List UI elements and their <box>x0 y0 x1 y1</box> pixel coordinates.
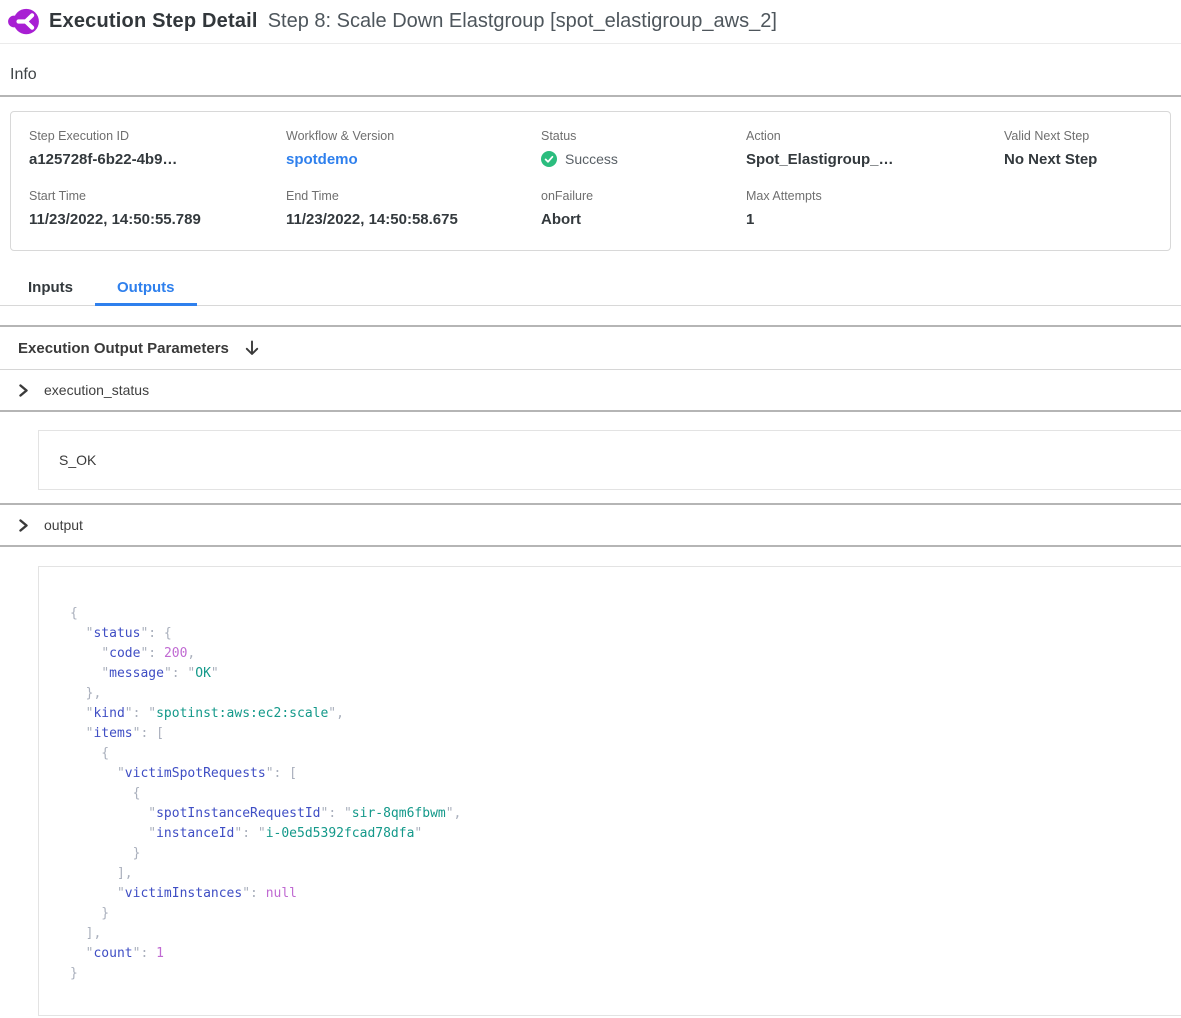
tab-inputs[interactable]: Inputs <box>28 273 95 305</box>
field-label: Step Execution ID <box>29 129 286 143</box>
field-value: 11/23/2022, 14:50:58.675 <box>286 211 541 228</box>
field-action: Action Spot_Elastigroup_… <box>746 129 1004 168</box>
field-value: Spot_Elastigroup_… <box>746 151 1004 168</box>
field-label: onFailure <box>541 189 746 203</box>
status-text: Success <box>565 151 618 167</box>
divider <box>0 545 1181 547</box>
section-name: output <box>44 517 83 533</box>
execution-status-value-box: S_OK <box>38 430 1181 490</box>
workflow-link[interactable]: spotdemo <box>286 151 541 168</box>
chevron-right-icon <box>17 384 30 397</box>
chevron-right-icon <box>17 519 30 532</box>
field-label: End Time <box>286 189 541 203</box>
field-label: Start Time <box>29 189 286 203</box>
field-workflow-version: Workflow & Version spotdemo <box>286 129 541 168</box>
output-json-code: { "status": { "code": 200, "message": "O… <box>39 567 1181 984</box>
field-value: 11/23/2022, 14:50:55.789 <box>29 211 286 228</box>
field-label: Status <box>541 129 746 143</box>
spot-logo-icon <box>8 7 39 36</box>
divider <box>0 95 1181 97</box>
status-badge: Success <box>541 151 746 167</box>
field-start-time: Start Time 11/23/2022, 14:50:55.789 <box>29 189 286 228</box>
divider <box>0 410 1181 412</box>
tab-bar: Inputs Outputs <box>0 273 1181 306</box>
field-status: Status Success <box>541 129 746 168</box>
field-step-execution-id: Step Execution ID a125728f-6b22-4b9… <box>29 129 286 168</box>
field-value: 1 <box>746 211 1004 228</box>
success-check-icon <box>541 151 557 167</box>
info-section-title: Info <box>0 44 1181 95</box>
page-subtitle: Step 8: Scale Down Elastgroup [spot_elas… <box>268 10 777 33</box>
sort-descending-icon[interactable] <box>243 339 261 357</box>
field-max-attempts: Max Attempts 1 <box>746 189 1004 228</box>
outputs-panel-header: Execution Output Parameters <box>0 327 1181 369</box>
field-label: Action <box>746 129 1004 143</box>
execution-status-value: S_OK <box>59 452 96 468</box>
page-title: Execution Step Detail <box>49 10 258 33</box>
outputs-panel-title: Execution Output Parameters <box>18 340 229 357</box>
section-name: execution_status <box>44 382 149 398</box>
field-value: No Next Step <box>1004 151 1170 168</box>
field-label: Max Attempts <box>746 189 1004 203</box>
section-output[interactable]: output <box>0 505 1181 545</box>
field-value: Abort <box>541 211 746 228</box>
info-card: Step Execution ID a125728f-6b22-4b9… Wor… <box>10 111 1171 251</box>
field-value: a125728f-6b22-4b9… <box>29 151 286 168</box>
section-execution-status[interactable]: execution_status <box>0 370 1181 410</box>
output-json-box: { "status": { "code": 200, "message": "O… <box>38 566 1181 1016</box>
field-valid-next-step: Valid Next Step No Next Step <box>1004 129 1170 168</box>
field-label: Workflow & Version <box>286 129 541 143</box>
field-onfailure: onFailure Abort <box>541 189 746 228</box>
app-header: Execution Step Detail Step 8: Scale Down… <box>0 0 1181 44</box>
field-label: Valid Next Step <box>1004 129 1170 143</box>
field-end-time: End Time 11/23/2022, 14:50:58.675 <box>286 189 541 228</box>
tab-outputs[interactable]: Outputs <box>95 273 197 305</box>
spacer <box>0 306 1181 325</box>
